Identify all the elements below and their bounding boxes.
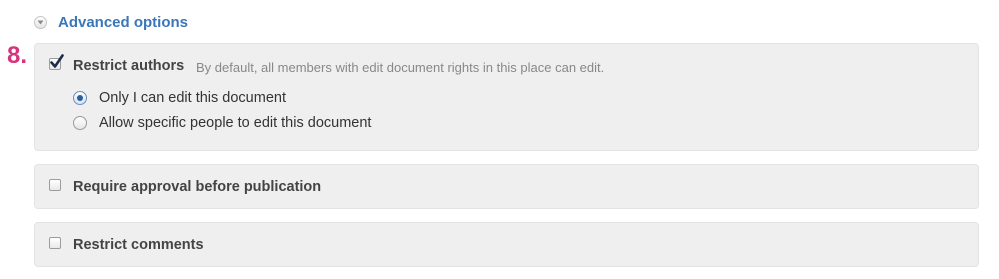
checkmark-icon (50, 54, 64, 68)
radio-only-me-label[interactable]: Only I can edit this document (99, 90, 286, 106)
radio-only-me[interactable] (73, 91, 87, 105)
restrict-comments-label[interactable]: Restrict comments (73, 237, 204, 253)
step-number: 8. (7, 42, 28, 69)
require-approval-label[interactable]: Require approval before publication (73, 179, 321, 195)
restrict-authors-label[interactable]: Restrict authors (73, 58, 184, 74)
advanced-options-toggle[interactable]: Advanced options (34, 12, 188, 32)
radio-specific-people-label[interactable]: Allow specific people to edit this docum… (99, 115, 371, 131)
require-approval-checkbox[interactable] (49, 179, 61, 191)
require-approval-panel: Require approval before publication (34, 164, 979, 209)
advanced-options-page: Advanced options 8. Restrict authors By … (0, 0, 999, 279)
restrict-comments-checkbox[interactable] (49, 237, 61, 249)
restrict-authors-panel: Restrict authors By default, all members… (34, 43, 979, 151)
radio-selected-dot (77, 95, 83, 101)
advanced-options-label[interactable]: Advanced options (58, 14, 188, 31)
restrict-authors-checkbox[interactable] (49, 54, 64, 70)
radio-specific-people[interactable] (73, 116, 87, 130)
restrict-authors-description: By default, all members with edit docume… (196, 60, 605, 75)
restrict-comments-panel: Restrict comments (34, 222, 979, 267)
chevron-down-circle-icon[interactable] (34, 15, 47, 29)
